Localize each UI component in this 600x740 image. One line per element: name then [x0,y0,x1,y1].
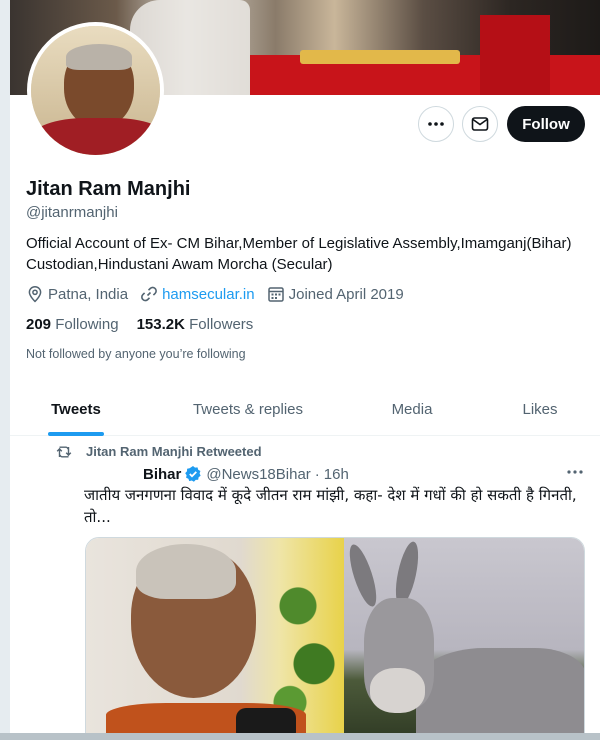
profile-page: Follow Jitan Ram Manjhi @jitanrmanjhi Of… [10,0,600,740]
profile-handle: @jitanrmanjhi [26,204,118,221]
tweet-separator: · [314,465,320,483]
profile-avatar[interactable] [27,22,164,159]
followers-stat[interactable]: 153.2K Followers [137,316,254,333]
website-link[interactable]: hamsecular.in [162,286,255,303]
profile-bio: Official Account of Ex- CM Bihar,Member … [26,233,586,275]
followers-label: Followers [189,316,254,333]
tweet-time[interactable]: 16h [324,466,349,483]
page-left-gutter [0,0,10,740]
follow-button[interactable]: Follow [507,106,585,142]
profile-stats: 209 Following 153.2K Followers [26,316,271,333]
bottom-scroll-bar [0,733,600,740]
more-icon [567,470,583,474]
envelope-icon [471,117,489,131]
retweet-note: Jitan Ram Manjhi Retweeted [86,444,262,459]
location-pin-icon [28,286,42,303]
tweet-media-image[interactable] [85,537,585,740]
tab-tweets[interactable]: Tweets [24,383,128,436]
message-button[interactable] [462,106,498,142]
active-tab-indicator [48,432,104,436]
tab-tweets-replies[interactable]: Tweets & replies [178,383,318,436]
following-label: Following [55,316,119,333]
tweet-header: Bihar @News18Bihar · 16h [143,465,349,483]
profile-name: Jitan Ram Manjhi [26,178,191,200]
profile-tabs: Tweets Tweets & replies Media Likes [10,383,600,436]
tweet-author-avatar[interactable] [28,463,76,511]
calendar-icon [267,287,284,302]
link-icon [141,286,158,302]
following-count: 209 [26,316,52,333]
tab-likes[interactable]: Likes [510,383,570,436]
website-item[interactable]: hamsecular.in [140,285,255,303]
verified-badge-icon [185,466,201,482]
tweet-author-handle[interactable]: @News18Bihar [206,466,310,483]
followers-count: 153.2K [136,316,185,333]
following-stat[interactable]: 209 Following [26,316,119,333]
tweet-more-button[interactable] [566,463,584,486]
retweet-context[interactable]: Jitan Ram Manjhi Retweeted [56,444,262,459]
location-text: Patna, India [48,285,129,303]
tweet-text: जातीय जनगणना विवाद में कूदे जीतन राम मां… [84,486,577,526]
retweet-icon [56,446,72,457]
not-followed-note: Not followed by anyone you’re following [26,347,246,361]
more-options-button[interactable] [418,106,454,142]
joined-text: Joined April 2019 [288,285,404,303]
joined-item: Joined April 2019 [267,285,404,303]
tab-media[interactable]: Media [372,383,452,436]
tweet-author-name[interactable]: Bihar [143,466,181,483]
profile-meta: Patna, India hamsecular.in Joined April … [26,285,416,303]
bio-line: Custodian,Hindustani Awam Morcha (Secula… [26,256,333,273]
bio-line: Official Account of Ex- CM Bihar,Member … [26,235,572,252]
location-item: Patna, India [26,285,128,303]
more-icon [428,122,444,126]
